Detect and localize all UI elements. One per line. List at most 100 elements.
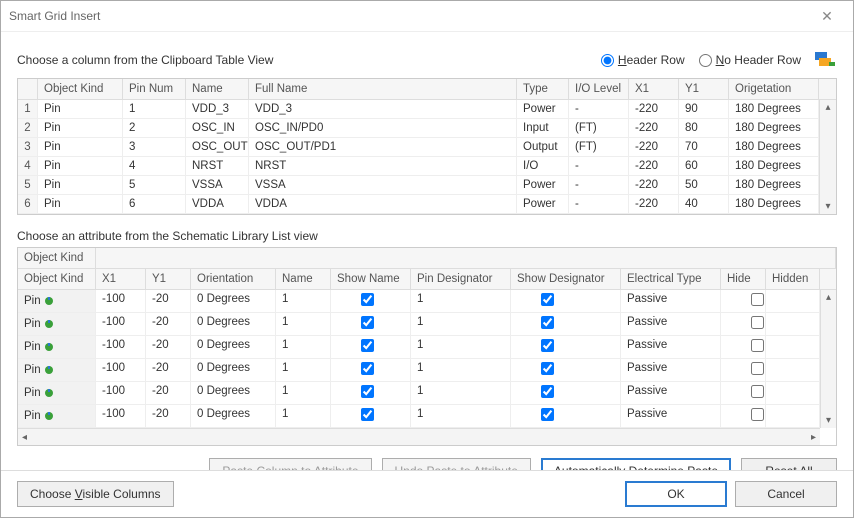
pin-icon: [44, 411, 54, 421]
col2-orientation[interactable]: Orientation: [191, 269, 276, 289]
col-pin-num[interactable]: Pin Num: [123, 79, 186, 99]
col-y1[interactable]: Y1: [679, 79, 729, 99]
show-designator-checkbox[interactable]: [541, 293, 554, 306]
show-designator-checkbox[interactable]: [541, 385, 554, 398]
cell-hide[interactable]: [721, 405, 766, 427]
hide-checkbox[interactable]: [751, 316, 764, 329]
cancel-button[interactable]: Cancel: [735, 481, 837, 507]
show-name-checkbox[interactable]: [361, 362, 374, 375]
show-designator-checkbox[interactable]: [541, 316, 554, 329]
show-designator-checkbox[interactable]: [541, 339, 554, 352]
hide-checkbox[interactable]: [751, 293, 764, 306]
cell-hide[interactable]: [721, 313, 766, 335]
col2-x1[interactable]: X1: [96, 269, 146, 289]
table-row[interactable]: 2Pin2OSC_INOSC_IN/PD0Input(FT)-22080180 …: [18, 119, 819, 138]
col2-electrical-type[interactable]: Electrical Type: [621, 269, 721, 289]
scroll-up-icon[interactable]: ▴: [825, 100, 830, 115]
show-name-checkbox[interactable]: [361, 385, 374, 398]
scroll-down-icon[interactable]: ▾: [826, 413, 831, 428]
table-row[interactable]: Pin-100-200 Degrees11Passive: [18, 405, 820, 428]
show-designator-checkbox[interactable]: [541, 408, 554, 421]
attribute-table-vscroll[interactable]: ▴ ▾: [820, 290, 836, 428]
col-name[interactable]: Name: [186, 79, 249, 99]
cell-show-designator[interactable]: [511, 290, 621, 312]
show-name-checkbox[interactable]: [361, 408, 374, 421]
col2-hide[interactable]: Hide: [721, 269, 766, 289]
cell-type: Output: [517, 138, 569, 156]
filter-object-kind[interactable]: Object Kind: [18, 248, 96, 268]
row-number: 1: [18, 100, 38, 118]
col-type[interactable]: Type: [517, 79, 569, 99]
paste-column-to-attribute-button[interactable]: Paste Column to Attribute: [209, 458, 371, 470]
show-designator-checkbox[interactable]: [541, 362, 554, 375]
hide-checkbox[interactable]: [751, 339, 764, 352]
clipboard-table-vscroll[interactable]: ▴ ▾: [819, 100, 836, 214]
cell-hide[interactable]: [721, 382, 766, 404]
table-row[interactable]: Pin-100-200 Degrees11Passive: [18, 290, 820, 313]
choose-visible-columns-button[interactable]: Choose Visible Columns: [17, 481, 174, 507]
close-icon[interactable]: ✕: [809, 8, 845, 25]
table-row[interactable]: Pin-100-200 Degrees11Passive: [18, 359, 820, 382]
table-row[interactable]: Pin-100-200 Degrees11Passive: [18, 336, 820, 359]
hide-checkbox[interactable]: [751, 362, 764, 375]
table-row[interactable]: 6Pin6VDDAVDDAPower--22040180 Degrees: [18, 195, 819, 214]
header-row-radio[interactable]: Header Row: [601, 53, 685, 67]
header-row-radio-input[interactable]: [601, 54, 614, 67]
cell-object-kind: Pin: [38, 100, 123, 118]
ok-button[interactable]: OK: [625, 481, 727, 507]
clipboard-table[interactable]: Object Kind Pin Num Name Full Name Type …: [17, 78, 837, 215]
cell-show-name[interactable]: [331, 290, 411, 312]
scroll-down-icon[interactable]: ▾: [825, 199, 830, 214]
undo-paste-to-attribute-button[interactable]: Undo Paste to Attribute: [382, 458, 531, 470]
col2-show-designator[interactable]: Show Designator: [511, 269, 621, 289]
cell-show-name[interactable]: [331, 382, 411, 404]
cell-show-name[interactable]: [331, 405, 411, 427]
cell-show-name[interactable]: [331, 313, 411, 335]
col-object-kind[interactable]: Object Kind: [38, 79, 123, 99]
scroll-left-icon[interactable]: ◂: [22, 432, 27, 443]
col-io-level[interactable]: I/O Level: [569, 79, 629, 99]
cell-show-designator[interactable]: [511, 405, 621, 427]
table-row[interactable]: Pin-100-200 Degrees11Passive: [18, 313, 820, 336]
table-row[interactable]: 1Pin1VDD_3VDD_3Power--22090180 Degrees: [18, 100, 819, 119]
scroll-right-icon[interactable]: ▸: [811, 432, 816, 443]
cell-pin-designator: 1: [411, 382, 511, 404]
attribute-table-hscroll[interactable]: ◂ ▸: [18, 428, 820, 445]
col-rownum[interactable]: [18, 79, 38, 99]
reset-all-button[interactable]: Reset All: [741, 458, 837, 470]
table-row[interactable]: 5Pin5VSSAVSSAPower--22050180 Degrees: [18, 176, 819, 195]
col2-pin-designator[interactable]: Pin Designator: [411, 269, 511, 289]
hide-checkbox[interactable]: [751, 385, 764, 398]
cell-show-designator[interactable]: [511, 359, 621, 381]
col2-name[interactable]: Name: [276, 269, 331, 289]
cell-show-designator[interactable]: [511, 382, 621, 404]
hide-checkbox[interactable]: [751, 408, 764, 421]
no-header-row-radio[interactable]: No Header Row: [699, 53, 801, 67]
show-name-checkbox[interactable]: [361, 339, 374, 352]
table-row[interactable]: Pin-100-200 Degrees11Passive: [18, 382, 820, 405]
cell-show-name[interactable]: [331, 336, 411, 358]
cell-show-designator[interactable]: [511, 336, 621, 358]
cell-hide[interactable]: [721, 290, 766, 312]
col2-show-name[interactable]: Show Name: [331, 269, 411, 289]
show-name-checkbox[interactable]: [361, 293, 374, 306]
cell-show-name[interactable]: [331, 359, 411, 381]
cell-pin-num: 4: [123, 157, 186, 175]
table-row[interactable]: 4Pin4NRSTNRSTI/O--22060180 Degrees: [18, 157, 819, 176]
col-full-name[interactable]: Full Name: [249, 79, 517, 99]
cell-hide[interactable]: [721, 336, 766, 358]
show-name-checkbox[interactable]: [361, 316, 374, 329]
col-x1[interactable]: X1: [629, 79, 679, 99]
scroll-up-icon[interactable]: ▴: [826, 290, 831, 305]
automatically-determine-paste-button[interactable]: Automatically Determine Paste: [541, 458, 731, 470]
table-row[interactable]: 3Pin3OSC_OUTOSC_OUT/PD1Output(FT)-220701…: [18, 138, 819, 157]
cell-hide[interactable]: [721, 359, 766, 381]
col2-y1[interactable]: Y1: [146, 269, 191, 289]
col2-hidden[interactable]: Hidden: [766, 269, 820, 289]
cell-show-designator[interactable]: [511, 313, 621, 335]
no-header-row-radio-input[interactable]: [699, 54, 712, 67]
attribute-table[interactable]: Object Kind Object Kind X1 Y1 Orientatio…: [17, 247, 837, 446]
col2-object-kind[interactable]: Object Kind: [18, 269, 96, 289]
component-icon[interactable]: [813, 48, 837, 72]
col-orientation[interactable]: Origetation: [729, 79, 819, 99]
